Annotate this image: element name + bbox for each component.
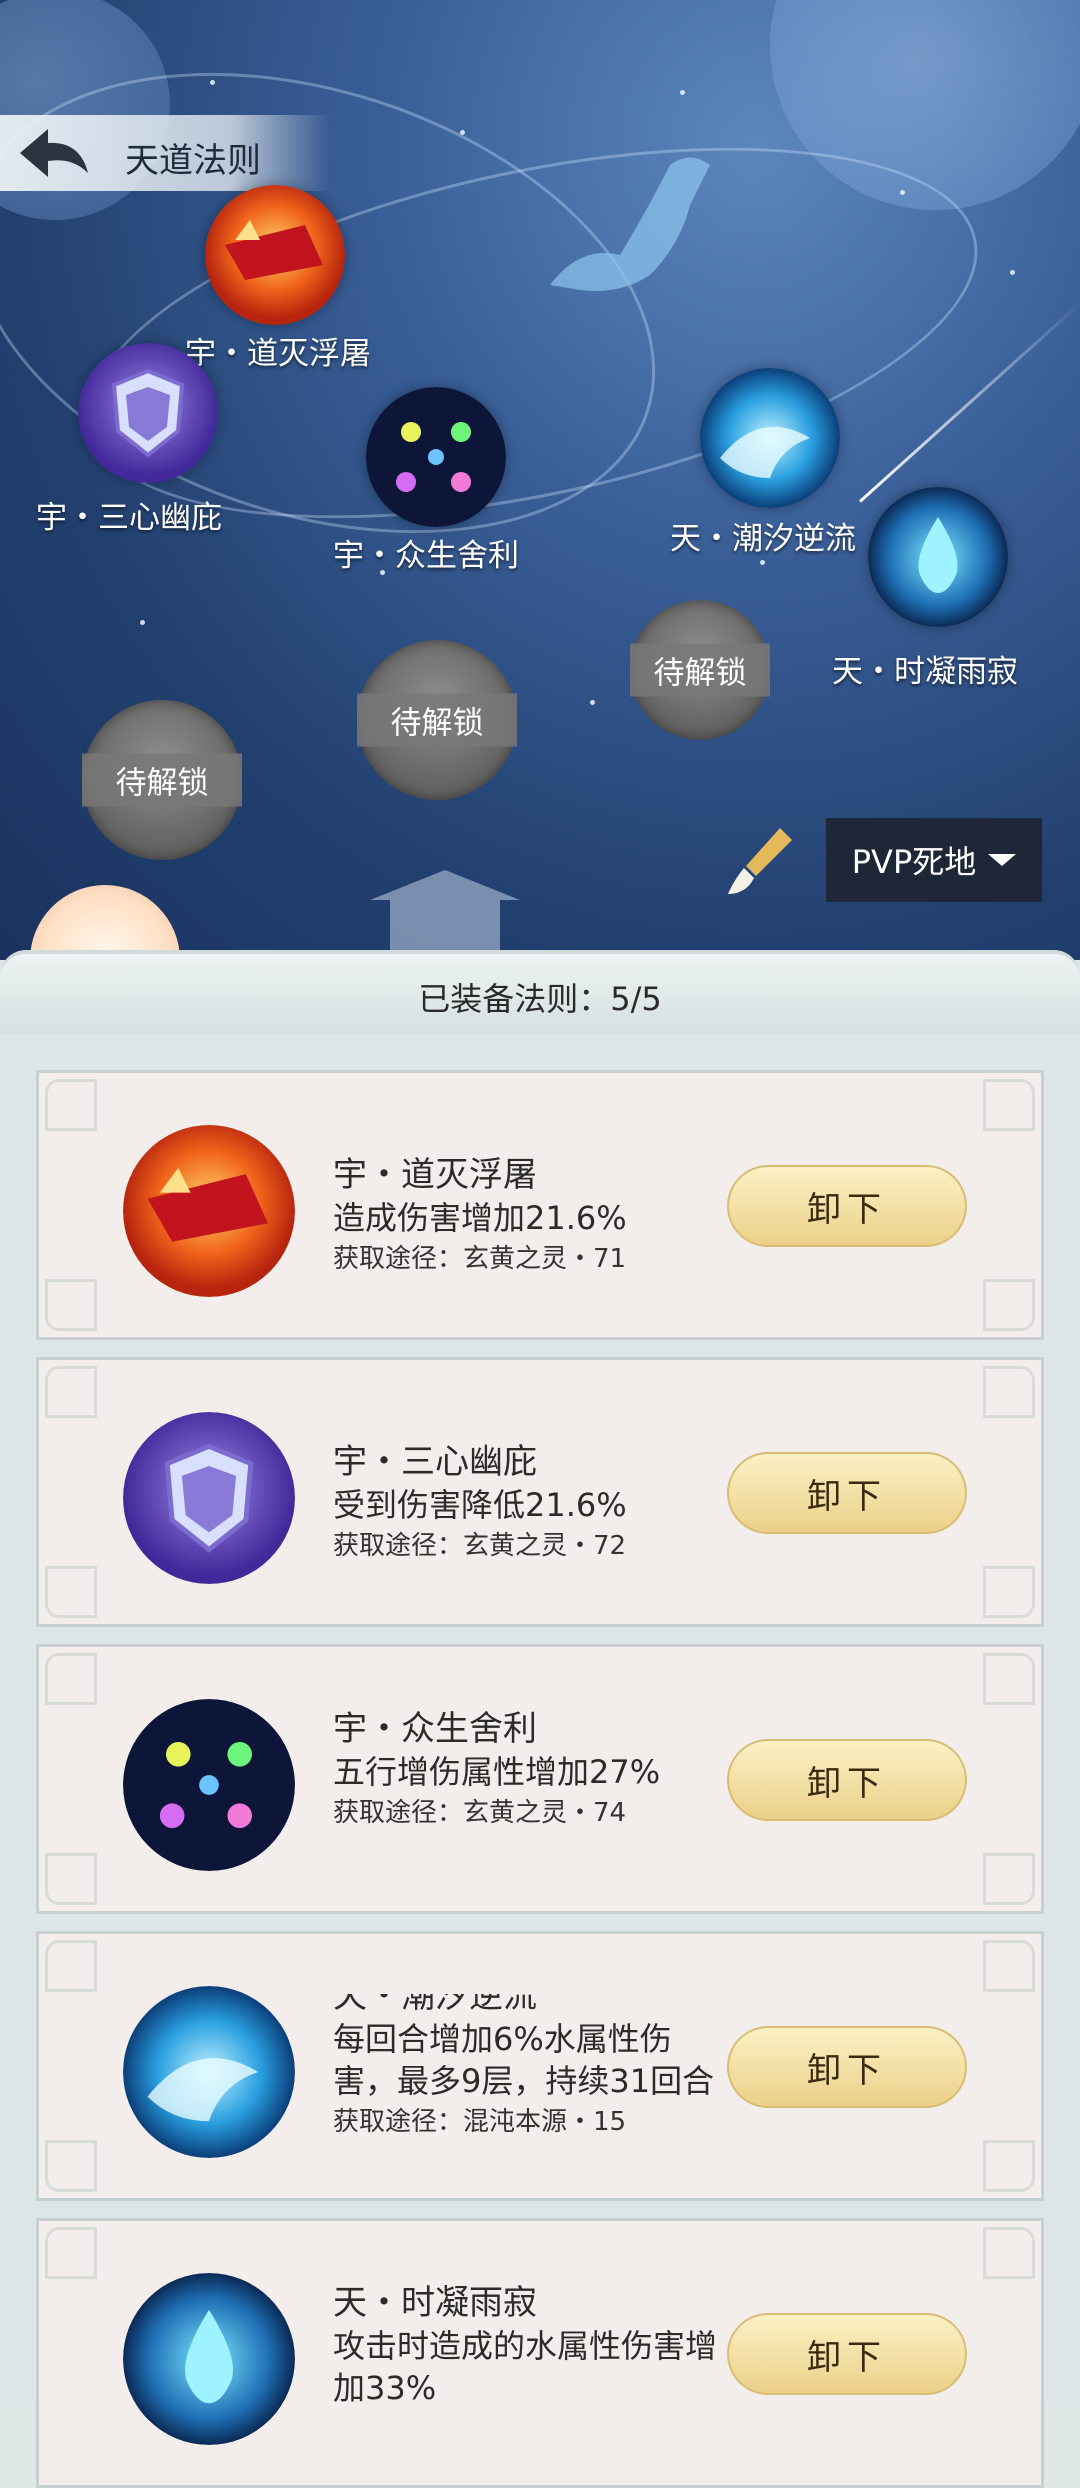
chevron-down-icon [988,854,1017,866]
law-source: 获取途径：玄黄之灵・72 [333,1531,627,1561]
unequip-button[interactable]: 卸下 [727,1165,967,1247]
brush-icon[interactable] [720,820,800,900]
law-effect: 造成伤害增加21.6% [333,1199,627,1237]
comet-orbs-icon [366,387,506,527]
top-bar: 天道法则 [0,115,330,191]
skill-node-label: 天・潮汐逆流 [670,521,856,557]
unequip-button[interactable]: 卸下 [727,2026,967,2108]
law-name: 天・时凝雨寂 [333,2283,537,2323]
law-card: 天・潮汐逆流 每回合增加6%水属性伤害，最多9层，持续31回合 获取途径：混沌本… [36,1931,1044,2201]
unequip-button[interactable]: 卸下 [727,1452,967,1534]
tidal-wave-icon [123,1986,295,2158]
law-card: 天・时凝雨寂 攻击时造成的水属性伤害增加33% 卸下 [36,2218,1044,2488]
comet-orbs-icon [123,1699,295,1871]
skill-node-comet-orbs[interactable] [366,387,506,527]
fire-blade-icon [205,185,345,325]
law-name: 宇・三心幽庇 [333,1442,537,1482]
law-name: 宇・道灭浮屠 [333,1155,537,1195]
skill-node-label: 宇・众生舍利 [333,538,519,574]
mode-dropdown[interactable]: PVP死地 [826,818,1042,902]
panel-header: 已装备法则：5/5 [0,954,1080,1034]
equipped-count: 已装备法则：5/5 [418,980,662,1018]
back-arrow-icon[interactable] [14,123,94,183]
law-source: 获取途径：混沌本源・15 [333,2107,627,2137]
star-map: 天道法则 宇・道灭浮屠 宇・三心幽庇 宇・众生舍利 天・潮汐逆流 天・时凝雨寂 … [0,0,1080,960]
locked-node[interactable]: 待解锁 [630,600,770,740]
skill-node-purple-shield[interactable] [78,343,218,483]
law-source: 获取途径：玄黄之灵・74 [333,1798,627,1828]
skill-node-water-drop[interactable] [868,487,1008,627]
purple-shield-icon [78,343,218,483]
pagoda-silhouette [370,870,520,960]
skill-node-label: 天・时凝雨寂 [832,654,1018,690]
law-effect: 每回合增加6%水属性伤害，最多9层，持续31回合 [333,2020,715,2100]
law-effect: 受到伤害降低21.6% [333,1486,627,1524]
law-card: 宇・众生舍利 五行增伤属性增加27% 获取途径：玄黄之灵・74 卸下 [36,1644,1044,1914]
law-card: 宇・道灭浮屠 造成伤害增加21.6% 获取途径：玄黄之灵・71 卸下 [36,1070,1044,1340]
locked-label: 待解锁 [630,643,770,697]
locked-node[interactable]: 待解锁 [357,640,517,800]
skill-node-fire-blade[interactable] [205,185,345,325]
whale-silhouette [550,157,710,291]
skill-node-label: 宇・三心幽庇 [36,500,222,536]
unequip-button[interactable]: 卸下 [727,2313,967,2395]
tidal-wave-icon [700,368,840,508]
fire-blade-icon [123,1125,295,1297]
sun-decoration [30,885,180,960]
locked-label: 待解锁 [82,753,242,807]
water-drop-icon [868,487,1008,627]
law-card: 宇・三心幽庇 受到伤害降低21.6% 获取途径：玄黄之灵・72 卸下 [36,1357,1044,1627]
skill-node-tidal-wave[interactable] [700,368,840,508]
page-title: 天道法则 [125,141,261,181]
unequip-button[interactable]: 卸下 [727,1739,967,1821]
equipped-panel: 已装备法则：5/5 宇・道灭浮屠 造成伤害增加21.6% 获取途径：玄黄之灵・7… [0,950,1080,2488]
law-effect: 五行增伤属性增加27% [333,1753,661,1791]
law-name: 宇・众生舍利 [333,1709,537,1749]
mode-dropdown-value: PVP死地 [851,843,977,881]
law-name: 天・潮汐逆流 [333,1994,537,2016]
law-effect: 攻击时造成的水属性伤害增加33% [333,2327,718,2407]
law-source: 获取途径：玄黄之灵・71 [333,1244,627,1274]
locked-node[interactable]: 待解锁 [82,700,242,860]
locked-label: 待解锁 [357,693,517,747]
purple-shield-icon [123,1412,295,1584]
water-drop-icon [123,2273,295,2445]
